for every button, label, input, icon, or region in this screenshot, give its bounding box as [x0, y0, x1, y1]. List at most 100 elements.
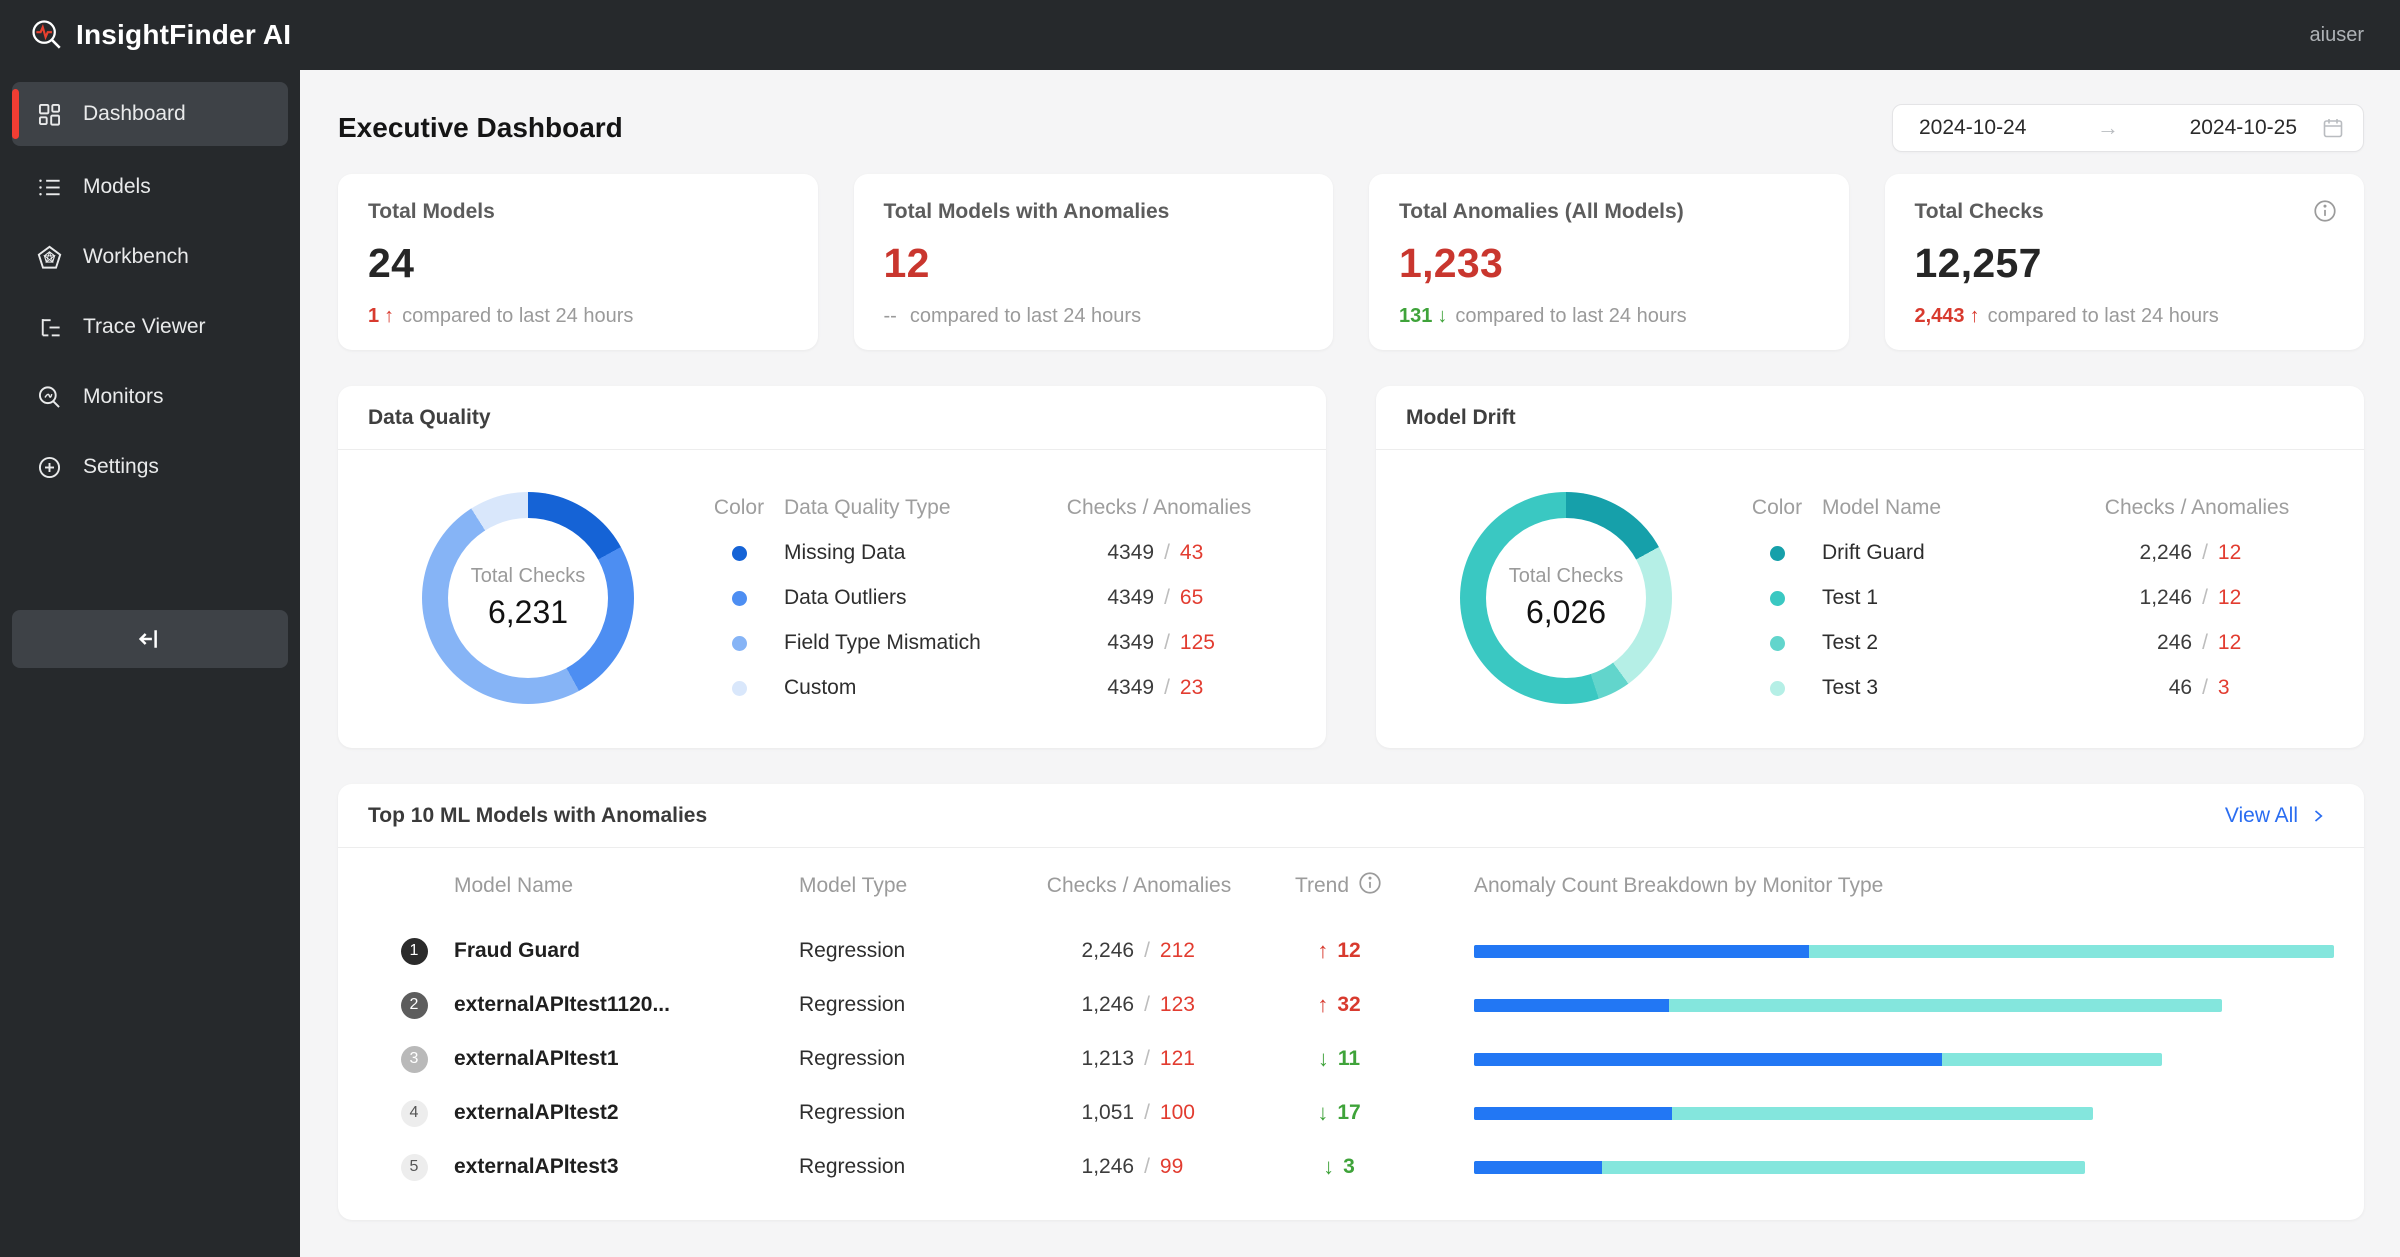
- rank-badge: 4: [400, 1099, 428, 1127]
- legend-row: [694, 531, 784, 576]
- trace-tree-icon: [41, 318, 60, 336]
- donut-center-label: Total Checks: [470, 565, 586, 587]
- trend-value: ↑ 32: [1317, 992, 1361, 1017]
- sidebar-item-label: Dashboard: [83, 102, 186, 125]
- trend-arrow-icon: ↓: [1317, 1100, 1329, 1125]
- top10-models-panel: Top 10 ML Models with Anomalies View All…: [338, 784, 2364, 1220]
- anomaly-breakdown-bar: [1429, 1106, 2364, 1120]
- date-to-value[interactable]: 2024-10-25: [2190, 116, 2297, 140]
- stat-label: Total Models: [368, 200, 495, 223]
- table-row[interactable]: 3 externalAPItest1 Regression 1,213/121 …: [338, 1032, 2364, 1086]
- app-root: InsightFinder AI aiuser Dashboard Models: [0, 0, 2400, 1257]
- delta-arrow-icon: ↑: [384, 305, 395, 327]
- legend-color-dot: [1769, 590, 1785, 606]
- stat-card-models-with-anomalies: Total Models with Anomalies 12 -- compar…: [853, 174, 1333, 350]
- table-row[interactable]: 4 externalAPItest2 Regression 1,051/100 …: [338, 1086, 2364, 1140]
- sidebar-item-trace-viewer[interactable]: Trace Viewer: [0, 292, 300, 362]
- trend-info-icon[interactable]: [1357, 870, 1383, 902]
- plus-circle-icon: [38, 456, 61, 478]
- panel-title: Data Quality: [368, 405, 491, 429]
- rank-badge: 3: [400, 1045, 428, 1073]
- legend-color-dot: [1769, 635, 1785, 651]
- brand-logo: InsightFinder AI: [30, 18, 291, 52]
- anomaly-breakdown-bar: [1429, 1052, 2364, 1066]
- stat-card-total-checks: Total Checks 12,257 2,443 ↑ compared to l…: [1884, 174, 2364, 350]
- sidebar-item-dashboard[interactable]: Dashboard: [12, 82, 288, 146]
- model-drift-panel: Model Drift Total Checks 6,026 Color Mod…: [1376, 386, 2364, 748]
- table-row[interactable]: 1 Fraud Guard Regression 2,246/212 ↑ 12: [338, 924, 2364, 978]
- chevron-right-icon: [2314, 809, 2323, 822]
- stat-footnote: -- compared to last 24 hours: [883, 305, 1142, 327]
- legend-row: [694, 666, 784, 711]
- rank-badge: 1: [400, 937, 428, 965]
- stat-label: Total Checks: [1914, 200, 2044, 223]
- anomaly-breakdown-bar: [1429, 944, 2364, 958]
- top10-table-header: Model Name Model Type Checks / Anomalies…: [338, 848, 2364, 924]
- sidebar: Dashboard Models Workbench Trace Viewer …: [0, 70, 300, 1257]
- sidebar-item-monitors[interactable]: Monitors: [0, 362, 300, 432]
- stat-card-total-anomalies: Total Anomalies (All Models) 1,233 131 ↓ …: [1369, 174, 1849, 350]
- legend-row: [1732, 576, 1822, 621]
- data-quality-panel: Data Quality Total Checks 6,231 Color Da…: [338, 386, 1326, 748]
- rank-badge: 2: [400, 991, 428, 1019]
- col-model-type: Model Type: [799, 874, 908, 897]
- sidebar-item-label: Trace Viewer: [83, 315, 206, 338]
- legend-color-dot: [1769, 545, 1785, 561]
- table-row[interactable]: 5 externalAPItest3 Regression 1,246/99 ↓…: [338, 1140, 2364, 1194]
- legend-col-type: Data Quality Type: [784, 496, 951, 519]
- page-title: Executive Dashboard: [338, 112, 623, 143]
- legend-col-color: Color: [713, 496, 765, 519]
- date-range-picker[interactable]: 2024-10-24 → 2024-10-25: [1892, 104, 2364, 152]
- stat-value: 1,233: [1399, 240, 1504, 286]
- trend-value: ↓ 3: [1323, 1154, 1355, 1179]
- legend-row: [1732, 621, 1822, 666]
- user-menu[interactable]: aiuser: [2310, 24, 2364, 47]
- table-row[interactable]: 2 externalAPItest1120... Regression 1,24…: [338, 978, 2364, 1032]
- legend-col-model-name: Model Name: [1822, 496, 1942, 519]
- data-quality-donut-chart: Total Checks 6,231: [422, 492, 634, 704]
- stat-footnote: 2,443 ↑ compared to last 24 hours: [1914, 305, 2219, 327]
- col-trend: Trend: [1249, 870, 1429, 902]
- legend-col-color: Color: [1751, 496, 1803, 519]
- view-all-link[interactable]: View All: [2225, 804, 2328, 828]
- stat-card-total-models: Total Models 24 1 ↑ compared to last 24 h…: [338, 174, 818, 350]
- trend-value: ↓ 17: [1317, 1100, 1361, 1125]
- anomaly-breakdown-bar: [1429, 1160, 2364, 1174]
- col-breakdown: Anomaly Count Breakdown by Monitor Type: [1474, 874, 1884, 897]
- stat-footnote: 1 ↑ compared to last 24 hours: [368, 305, 634, 327]
- sidebar-collapse-button[interactable]: [12, 610, 288, 668]
- info-icon[interactable]: [2312, 198, 2338, 229]
- trend-value: ↑ 12: [1317, 938, 1361, 963]
- legend-color-dot: [731, 680, 747, 696]
- donut-center-label: Total Checks: [1508, 565, 1624, 587]
- data-quality-legend: Color Data Quality Type Checks / Anomali…: [694, 486, 1309, 711]
- col-model-name: Model Name: [454, 874, 574, 897]
- topbar: InsightFinder AI aiuser: [0, 0, 2400, 70]
- sidebar-item-workbench[interactable]: Workbench: [0, 222, 300, 292]
- collapse-left-icon: [138, 630, 157, 648]
- stat-value: 12,257: [1914, 240, 2042, 286]
- delta-arrow-icon: ↓: [1437, 305, 1448, 327]
- legend-color-dot: [731, 590, 747, 606]
- sidebar-item-label: Settings: [83, 455, 159, 478]
- stat-label: Total Models with Anomalies: [883, 200, 1170, 223]
- model-drift-legend: Color Model Name Checks / Anomalies Drif…: [1732, 486, 2347, 711]
- main-content: Executive Dashboard 2024-10-24 → 2024-10…: [300, 70, 2400, 1257]
- date-from-value[interactable]: 2024-10-24: [1919, 116, 2026, 140]
- stat-cards-row: Total Models 24 1 ↑ compared to last 24 h…: [338, 174, 2364, 350]
- delta-arrow-icon: ↑: [1969, 305, 1980, 327]
- legend-col-checks: Checks / Anomalies: [1066, 496, 1252, 519]
- donut-center-value: 6,026: [1525, 594, 1607, 630]
- calendar-icon: [2323, 119, 2343, 138]
- sidebar-item-models[interactable]: Models: [0, 152, 300, 222]
- stat-value: 24: [368, 240, 415, 286]
- trend-arrow-icon: ↓: [1323, 1154, 1335, 1179]
- legend-color-dot: [731, 635, 747, 651]
- sidebar-item-label: Workbench: [83, 245, 189, 268]
- stat-footnote: 131 ↓ compared to last 24 hours: [1399, 305, 1687, 327]
- anomaly-breakdown-bar: [1429, 998, 2364, 1012]
- pentagon-star-icon: [37, 245, 62, 269]
- sidebar-item-label: Models: [83, 175, 151, 198]
- sidebar-item-settings[interactable]: Settings: [0, 432, 300, 502]
- legend-row: [1732, 531, 1822, 576]
